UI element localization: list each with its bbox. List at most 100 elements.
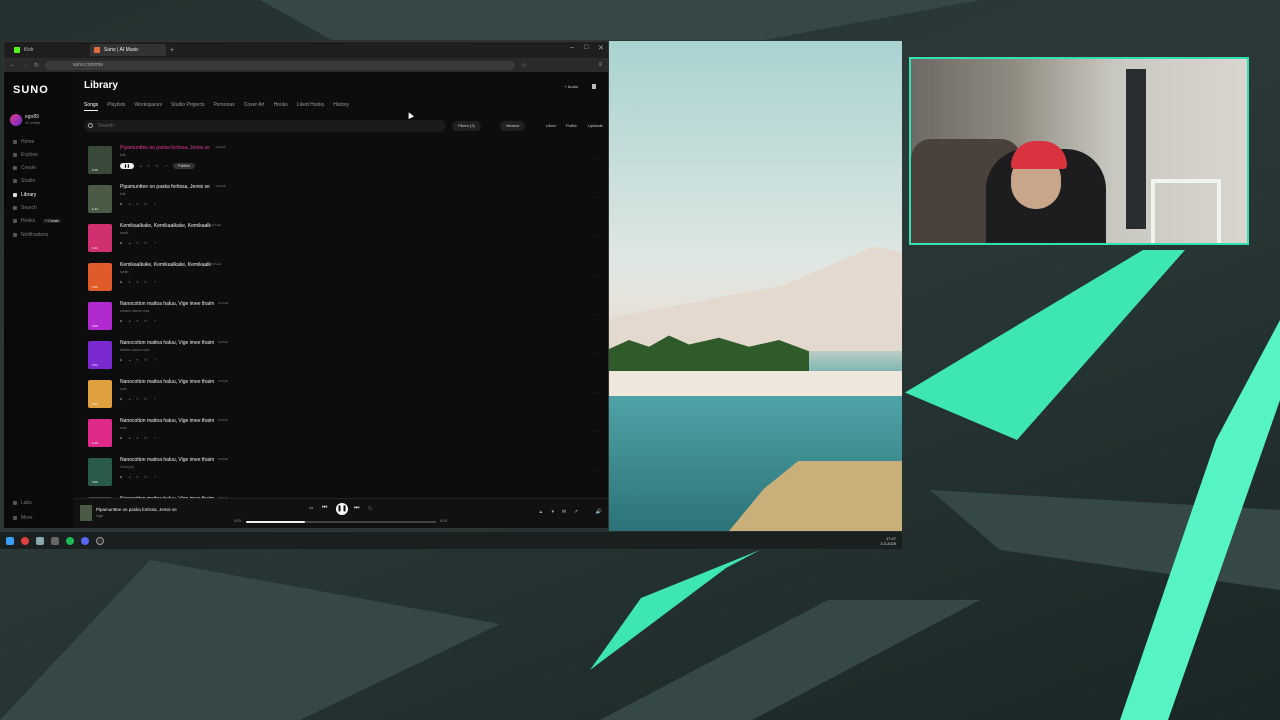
filter-liked[interactable]: Liked <box>546 121 556 131</box>
comment-icon[interactable]: ✉ <box>144 397 147 401</box>
next-icon[interactable]: ⏭ <box>354 505 359 512</box>
more-options-icon[interactable]: ⋯ <box>595 351 600 357</box>
star-icon[interactable]: ☆ <box>521 62 526 69</box>
comment-icon[interactable]: ✉ <box>562 509 566 515</box>
song-cover[interactable]: 3:00 <box>88 458 112 486</box>
song-row[interactable]: 1:21 Kemikaalkake, Kemikaalkake, Kemikaa… <box>88 222 604 260</box>
comment-icon[interactable]: ✉ <box>144 280 147 284</box>
song-tags[interactable]: synth <box>120 270 128 274</box>
steam-icon[interactable] <box>36 536 44 545</box>
tab-history[interactable]: History <box>333 102 349 111</box>
filters-button[interactable]: Filters (3) <box>452 121 481 131</box>
like-icon[interactable]: ▴ <box>129 397 131 401</box>
share-icon[interactable]: ↗ <box>153 475 156 479</box>
sidebar-item-notifications[interactable]: Notifications <box>13 232 48 238</box>
like-icon[interactable]: ▴ <box>539 509 542 515</box>
play-icon[interactable]: ▶ <box>120 241 123 245</box>
share-icon[interactable]: ↗ <box>153 319 156 323</box>
tab-songs[interactable]: Songs <box>84 102 99 111</box>
dislike-icon[interactable]: ▾ <box>136 358 138 362</box>
song-row[interactable]: 1:20 Nanocotton maitoa haluu, Vige imee … <box>88 417 604 455</box>
play-icon[interactable]: ▶ <box>120 319 123 323</box>
sort-dropdown[interactable]: Newest <box>500 121 526 131</box>
song-tags[interactable]: synth <box>120 231 128 235</box>
repeat-icon[interactable]: ↻ <box>368 506 372 512</box>
sidebar-item-explore[interactable]: Explore <box>13 152 38 158</box>
dislike-icon[interactable]: ▾ <box>551 509 554 515</box>
play-icon[interactable]: ▶ <box>120 202 123 206</box>
spotify-icon[interactable] <box>66 536 74 545</box>
song-tags[interactable]: folk <box>120 153 125 157</box>
dislike-icon[interactable]: ▾ <box>136 202 138 206</box>
share-icon[interactable]: ↗ <box>153 436 156 440</box>
tab-liked-hooks[interactable]: Liked Hooks <box>297 102 325 111</box>
comment-icon[interactable]: ✉ <box>144 475 147 479</box>
comment-icon[interactable]: ✉ <box>155 164 158 168</box>
song-cover[interactable]: 3:01 <box>88 341 112 369</box>
song-cover[interactable]: 2:44 <box>88 380 112 408</box>
more-options-icon[interactable]: ⋯ <box>595 273 600 279</box>
comment-icon[interactable]: ✉ <box>144 358 147 362</box>
create-hook-badge[interactable]: + Create <box>43 219 61 223</box>
dislike-icon[interactable]: ▾ <box>136 241 138 245</box>
play-icon[interactable]: ▶ <box>120 436 123 440</box>
like-icon[interactable]: ▴ <box>129 475 131 479</box>
more-options-icon[interactable]: ⋯ <box>595 468 600 474</box>
song-row[interactable]: 0:56 Kemikaalkake, Kemikaalkake, Kemikaa… <box>88 261 604 299</box>
more-options-icon[interactable]: ⋯ <box>595 195 600 201</box>
avatar[interactable] <box>10 114 22 126</box>
back-icon[interactable]: ← <box>10 62 16 68</box>
tab-kick[interactable]: Kick <box>10 44 86 56</box>
suno-logo[interactable]: SUNO <box>13 84 49 96</box>
sidebar-item-labs[interactable]: Labs <box>13 500 32 506</box>
discord-icon[interactable] <box>81 536 89 545</box>
sidebar-item-search[interactable]: Search <box>13 205 37 211</box>
shuffle-icon[interactable]: ⇄ <box>309 506 313 512</box>
more-options-icon[interactable]: ⋯ <box>595 156 600 162</box>
more-options-icon[interactable]: ⋯ <box>595 234 600 240</box>
tab-cover-art[interactable]: Cover Art <box>244 102 265 111</box>
share-icon[interactable]: ↗ <box>164 164 167 168</box>
song-row[interactable]: 0:15 Pipamunttee on paska fortissa, Jemi… <box>88 144 604 182</box>
obs-icon[interactable] <box>96 536 104 545</box>
reload-icon[interactable]: ↻ <box>34 62 39 69</box>
song-title[interactable]: Nanocotton maitoa haluu, Vige imee thaim <box>120 379 214 385</box>
sidebar-item-more[interactable]: More <box>13 515 32 521</box>
sidebar-item-home[interactable]: Home <box>13 139 34 145</box>
comment-icon[interactable]: ✉ <box>144 436 147 440</box>
share-icon[interactable]: ↗ <box>153 280 156 284</box>
tab-personas[interactable]: Personas <box>214 102 235 111</box>
minimize-button[interactable]: – <box>570 44 574 51</box>
song-title[interactable]: Pipamunttee on paska fortissa, Jemis se <box>120 145 210 151</box>
previous-icon[interactable]: ⏮ <box>322 505 327 512</box>
play-pause-button[interactable]: ❚❚ <box>336 503 348 515</box>
song-tags[interactable]: rock <box>120 426 127 430</box>
song-cover[interactable]: 0:15 <box>88 146 112 174</box>
like-icon[interactable]: ▴ <box>129 436 131 440</box>
song-title[interactable]: Nanocotton maitoa haluu, Vige imee thaim <box>120 457 214 463</box>
song-title[interactable]: Pipamunttee on paska fortissa, Jemis se <box>120 184 210 190</box>
tab-workspaces[interactable]: Workspaces <box>135 102 162 111</box>
player-artist[interactable]: Vige <box>96 514 103 518</box>
more-options-icon[interactable]: ⋯ <box>595 429 600 435</box>
dislike-icon[interactable]: ▾ <box>136 280 138 284</box>
tab-suno[interactable]: Suno | AI Music <box>90 44 166 56</box>
song-title[interactable]: Kemikaalkake, Kemikaalkake, Kemikaalk <box>120 223 211 229</box>
song-tags[interactable]: electric dance-rock <box>120 348 149 352</box>
tray-clock[interactable]: 17:47 3.3.2025 <box>880 536 896 546</box>
more-options-icon[interactable]: ⋯ <box>595 312 600 318</box>
maximize-button[interactable]: □ <box>584 44 588 51</box>
sidebar-item-create[interactable]: Create <box>13 165 36 171</box>
url-field[interactable]: suno.com/me <box>45 60 516 70</box>
sidebar-item-studio[interactable]: Studio <box>13 178 35 184</box>
song-tags[interactable]: electric dance-rock <box>120 309 149 313</box>
like-icon[interactable]: ▴ <box>129 358 131 362</box>
share-icon[interactable]: ↗ <box>153 397 156 401</box>
share-icon[interactable]: ↗ <box>153 358 156 362</box>
dislike-icon[interactable]: ▾ <box>136 436 138 440</box>
song-title[interactable]: Nanocotton maitoa haluu, Vige imee thaim <box>120 340 214 346</box>
play-icon[interactable]: ▶ <box>120 397 123 401</box>
like-icon[interactable]: ▴ <box>129 280 131 284</box>
song-cover[interactable]: 1:14 <box>88 185 112 213</box>
search-input[interactable]: Search <box>84 120 446 132</box>
